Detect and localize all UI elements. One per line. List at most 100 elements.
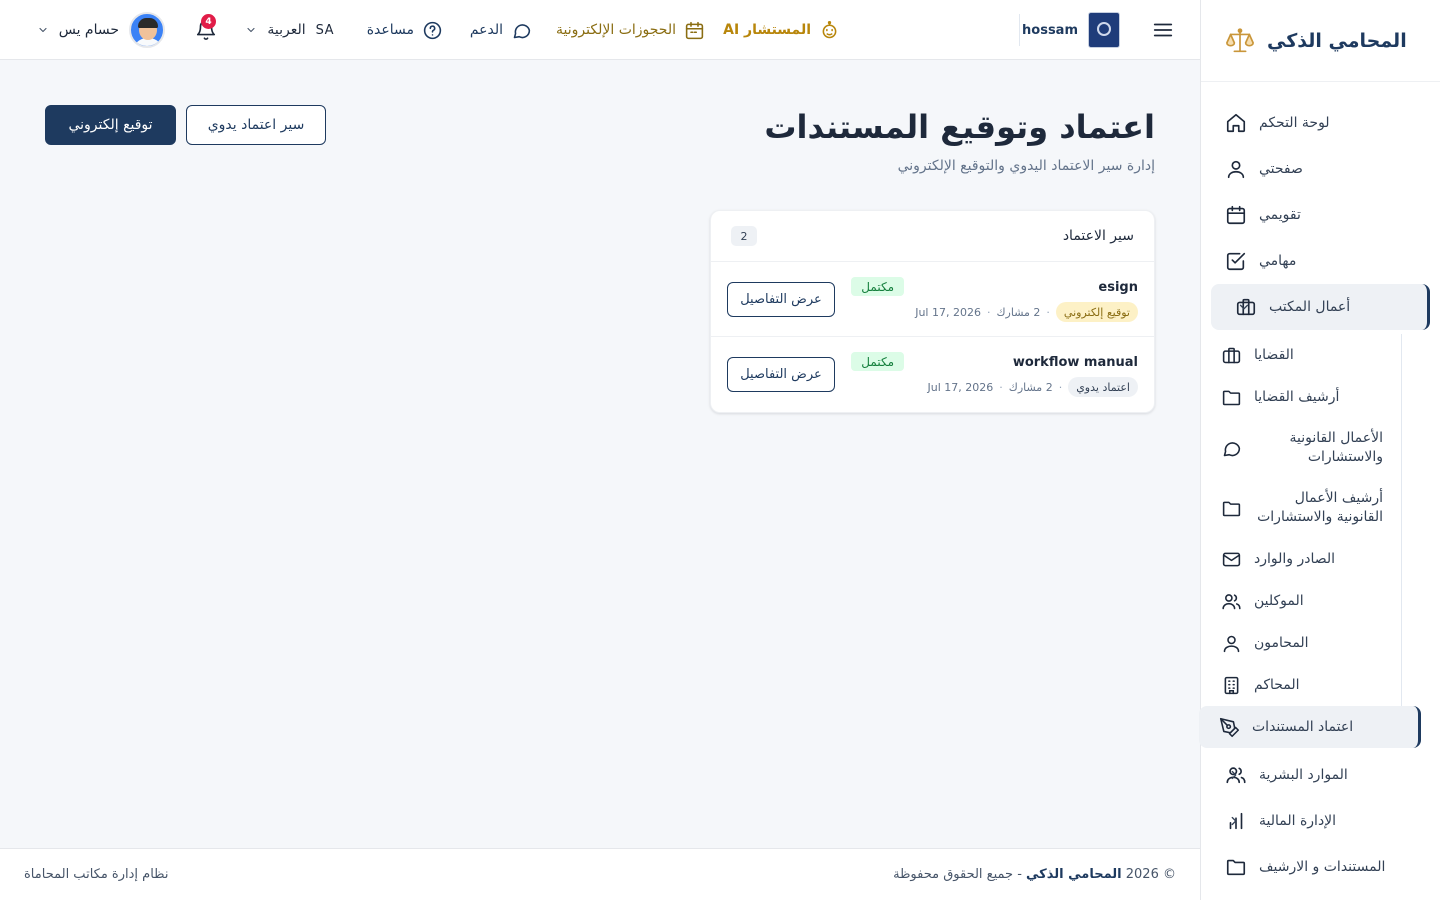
ai-advisor-link[interactable]: المستشار AI (723, 0, 840, 60)
sidebar-item-cases-archive[interactable]: أرشيف القضايا (1201, 376, 1401, 418)
sidebar-nav: لوحة التحكم صفحتي تقويمي مهامي أعمال الم… (1199, 82, 1440, 890)
calendar-icon (684, 20, 705, 41)
notifications-button[interactable]: 4 (195, 0, 217, 60)
sidebar-item-label: المستندات و الارشيف (1259, 859, 1386, 875)
sidebar-item-cases[interactable]: القضايا (1201, 334, 1401, 376)
support-label: الدعم (469, 22, 503, 38)
page-subtitle: إدارة سير الاعتماد اليدوي والتوقيع الإلك… (897, 158, 1155, 174)
sidebar-item-label: صفحتي (1259, 161, 1303, 177)
logo-emblem-icon (1097, 22, 1111, 36)
sidebar-item-tasks[interactable]: مهامي (1201, 238, 1440, 284)
esign-button[interactable]: توقيع إلكتروني (45, 105, 176, 145)
sidebar-item-label: القضايا (1254, 346, 1294, 363)
sidebar-item-label: المحامون (1254, 634, 1309, 651)
sidebar-item-label: الصادر والوارد (1254, 550, 1336, 567)
sidebar-item-finance[interactable]: الإدارة المالية (1201, 798, 1440, 844)
sidebar-item-hr[interactable]: الموارد البشرية (1201, 752, 1440, 798)
office-logo (1088, 12, 1120, 48)
status-badge: مكتمل (851, 277, 904, 296)
profile-name: حسام يس (58, 22, 119, 38)
help-circle-icon (422, 20, 443, 41)
sidebar-item-lawyers[interactable]: المحامون (1201, 622, 1401, 664)
e-bookings-link[interactable]: الحجوزات الإلكترونية (556, 0, 705, 60)
sidebar-item-my-page[interactable]: صفحتي (1201, 146, 1440, 192)
sidebar-item-label: تقويمي (1259, 207, 1301, 223)
ai-advisor-label: المستشار AI (723, 22, 811, 38)
sidebar-item-label: أرشيف القضايا (1254, 388, 1340, 405)
brand-name: المحامي الذكي (1267, 29, 1407, 52)
chevron-down-icon[interactable] (1237, 300, 1251, 314)
footer-brand: المحامي الذكي (1026, 867, 1122, 882)
sidebar-item-calendar[interactable]: تقويمي (1201, 192, 1440, 238)
office-user-name: hossam (1022, 22, 1078, 38)
home-icon (1225, 112, 1247, 134)
view-details-button[interactable]: عرض التفاصيل (727, 282, 835, 317)
workflow-name: esign (1098, 280, 1138, 295)
help-label: مساعدة (366, 22, 414, 38)
folder-icon (1225, 856, 1247, 878)
sidebar-item-courts[interactable]: المحاكم (1201, 664, 1401, 706)
footer-rights: - جميع الحقوق محفوظة (893, 867, 1022, 882)
sidebar-item-incoming-outgoing[interactable]: الصادر والوارد (1201, 538, 1401, 580)
language-code: SA (315, 22, 334, 38)
sidebar-item-label: الأعمال القانونية والاستشارات (1289, 430, 1383, 465)
sidebar-item-label: اعتماد المستندات (1252, 718, 1354, 735)
building-icon (1221, 675, 1242, 696)
sidebar-item-document-approval[interactable]: اعتماد المستندات (1199, 706, 1421, 748)
sidebar-item-label: مهامي (1259, 253, 1297, 269)
page-title: اعتماد وتوقيع المستندات (764, 108, 1155, 146)
sidebar-item-legal-works[interactable]: الأعمال القانونية والاستشارات (1201, 418, 1401, 478)
mail-icon (1221, 549, 1242, 570)
footer-copyright: © 2026 المحامي الذكي - جميع الحقوق محفوظ… (893, 867, 1176, 882)
avatar (129, 12, 165, 48)
sidebar-item-documents-archive[interactable]: المستندات و الارشيف (1201, 844, 1440, 890)
workflow-date: Jul 17, 2026 (915, 305, 981, 319)
e-bookings-label: الحجوزات الإلكترونية (556, 22, 676, 38)
sidebar-item-dashboard[interactable]: لوحة التحكم (1201, 100, 1440, 146)
workflow-type-badge: توقيع إلكتروني (1055, 302, 1138, 322)
user-icon (1225, 158, 1247, 180)
robot-icon (819, 20, 840, 41)
sidebar-item-clients[interactable]: الموكلين (1201, 580, 1401, 622)
folder-icon (1221, 387, 1242, 408)
briefcase-icon (1221, 345, 1242, 366)
language-label: العربية (267, 22, 306, 38)
sidebar-item-label: الموكلين (1254, 592, 1304, 609)
workflow-participants: 2 مشارك (1008, 380, 1053, 394)
sidebar-item-label: المحاكم (1254, 676, 1300, 693)
chevron-left-icon[interactable] (1227, 768, 1241, 782)
office-account[interactable]: hossam (1022, 0, 1120, 60)
footer-system-name: نظام إدارة مكاتب المحاماة (24, 867, 169, 882)
folder-icon (1221, 498, 1242, 519)
user-icon (1221, 633, 1242, 654)
sidebar-item-label: أرشيف الأعمال القانونية والاستشارات (1257, 490, 1383, 525)
chevron-down-icon (245, 24, 257, 36)
page-header: اعتماد وتوقيع المستندات إدارة سير الاعتم… (764, 106, 1155, 174)
approval-workflows-card: سير الاعتماد 2 esign توقيع إلكتروني · 2 … (710, 210, 1155, 413)
card-title: سير الاعتماد (1062, 228, 1134, 244)
workflow-meta: اعتماد يدوي · 2 مشارك · Jul 17, 2026 (927, 377, 1138, 397)
chevron-left-icon[interactable] (1227, 814, 1241, 828)
sidebar-group-office-work[interactable]: أعمال المكتب (1211, 284, 1430, 330)
pen-icon (1219, 717, 1240, 738)
list-item: esign توقيع إلكتروني · 2 مشارك · Jul 17,… (711, 262, 1154, 337)
sidebar-item-label: لوحة التحكم (1259, 115, 1330, 131)
workflow-date: Jul 17, 2026 (927, 380, 994, 394)
manual-workflow-button[interactable]: سير اعتماد يدوي (186, 105, 326, 145)
brand[interactable]: المحامي الذكي (1201, 0, 1440, 82)
scales-icon (1225, 26, 1255, 56)
profile-menu[interactable]: حسام يس (37, 0, 165, 60)
workflow-type-badge: اعتماد يدوي (1068, 377, 1138, 397)
sidebar: المحامي الذكي لوحة التحكم صفحتي تقويمي م… (1199, 0, 1440, 900)
view-details-button[interactable]: عرض التفاصيل (727, 357, 835, 392)
workflow-meta: توقيع إلكتروني · 2 مشارك · Jul 17, 2026 (915, 302, 1138, 322)
help-link[interactable]: مساعدة (367, 0, 443, 60)
language-selector[interactable]: SA العربية (245, 0, 334, 60)
sidebar-item-label: الموارد البشرية (1259, 767, 1348, 783)
chevron-down-icon (37, 24, 49, 36)
menu-toggle-button[interactable] (1152, 0, 1174, 60)
check-square-icon (1225, 250, 1247, 272)
status-badge: مكتمل (851, 352, 904, 371)
sidebar-item-legal-works-archive[interactable]: أرشيف الأعمال القانونية والاستشارات (1201, 478, 1401, 538)
support-link[interactable]: الدعم (470, 0, 532, 60)
